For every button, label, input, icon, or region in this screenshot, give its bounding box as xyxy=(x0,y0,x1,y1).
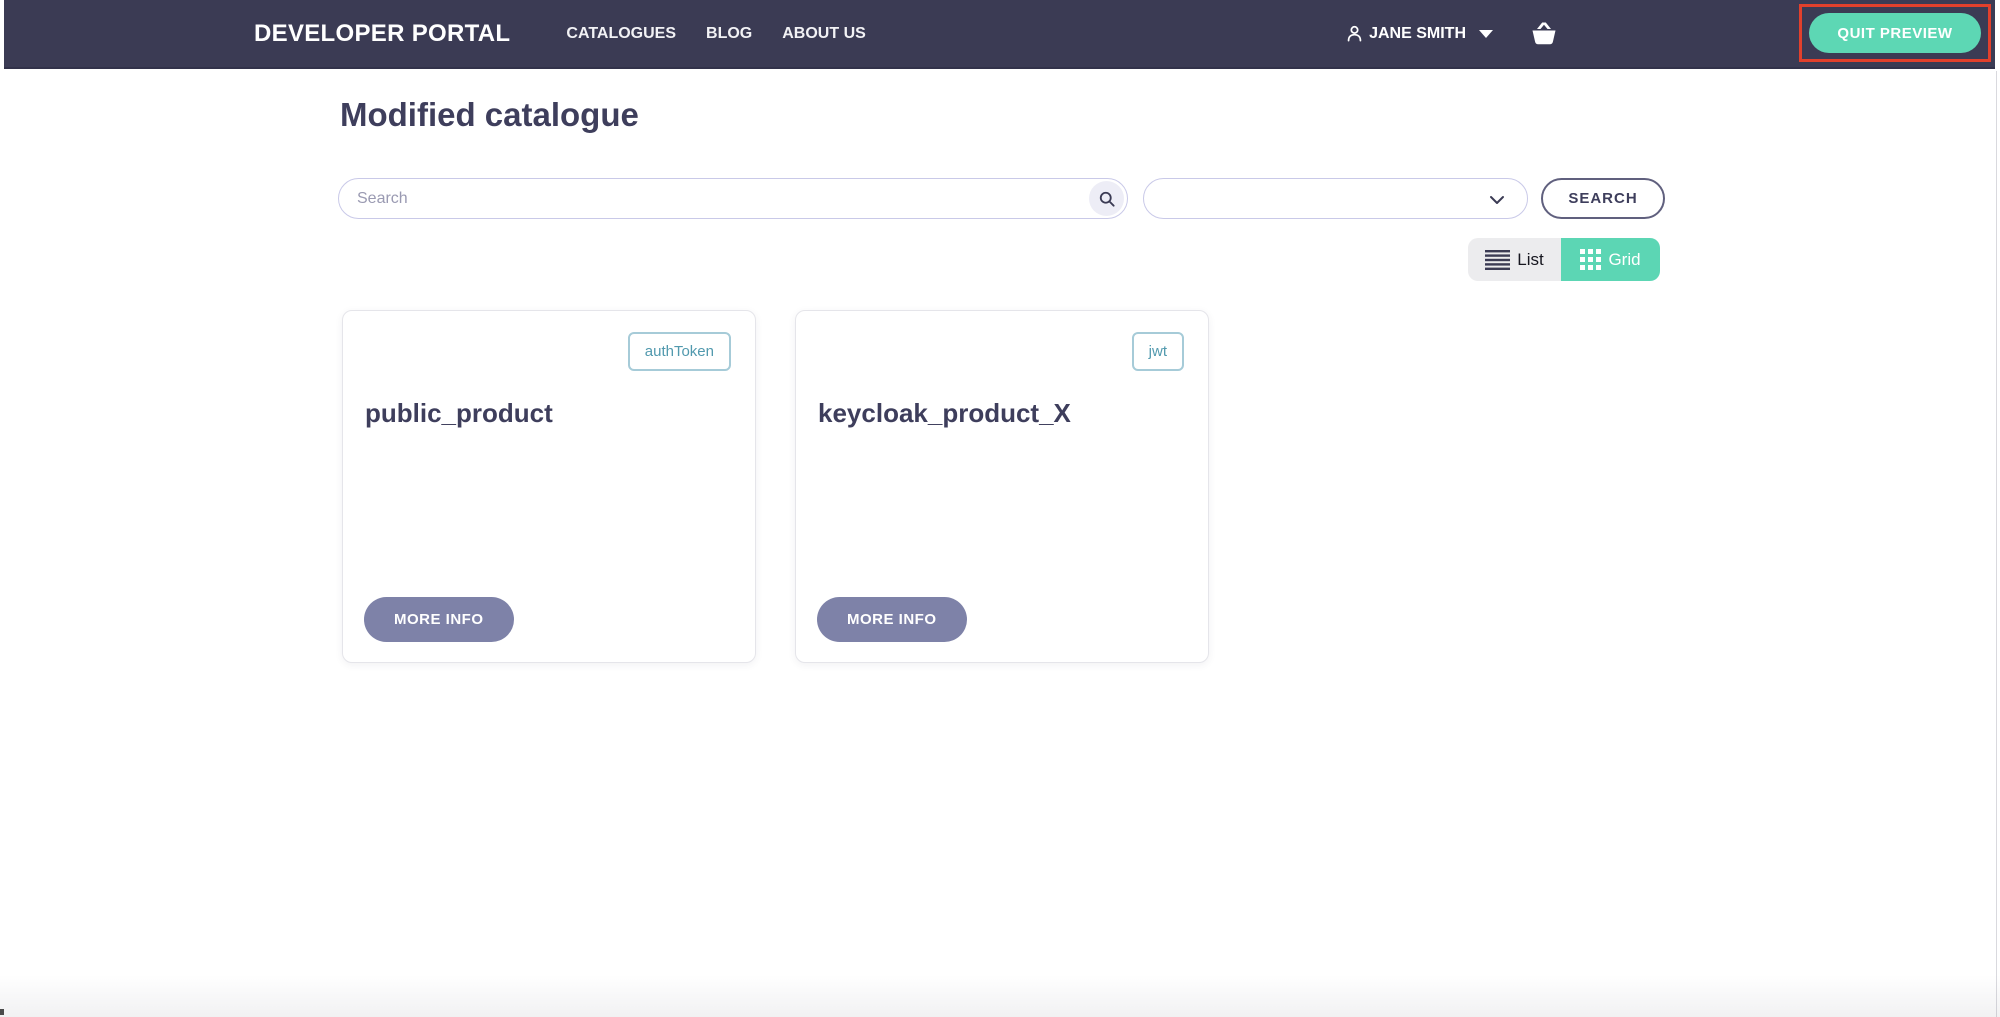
toggle-grid-label: Grid xyxy=(1608,250,1640,270)
search-row: SEARCH xyxy=(338,178,1665,219)
toggle-list-label: List xyxy=(1517,250,1543,270)
page-title: Modified catalogue xyxy=(340,96,639,134)
view-toggle: List Grid xyxy=(1468,238,1660,281)
user-menu[interactable]: JANE SMITH xyxy=(1345,24,1493,43)
user-name: JANE SMITH xyxy=(1369,25,1466,43)
brand-logo[interactable]: DEVELOPER PORTAL xyxy=(254,20,510,48)
product-name: public_product xyxy=(365,398,553,429)
caret-down-icon xyxy=(1479,30,1493,38)
product-name: keycloak_product_X xyxy=(818,398,1071,429)
annotation-highlight-box: QUIT PREVIEW xyxy=(1799,4,1991,62)
search-input[interactable] xyxy=(339,179,1127,218)
product-card-grid: authToken public_product MORE INFO jwt k… xyxy=(342,310,1209,663)
top-navigation-bar: DEVELOPER PORTAL CATALOGUES BLOG ABOUT U… xyxy=(4,0,1995,69)
corner-mark xyxy=(0,1009,4,1015)
more-info-button[interactable]: MORE INFO xyxy=(817,597,967,642)
user-icon xyxy=(1345,24,1364,43)
grid-icon xyxy=(1580,249,1601,270)
product-tag-badge: jwt xyxy=(1132,332,1184,371)
bottom-fade xyxy=(0,975,2000,1017)
list-icon xyxy=(1485,250,1510,270)
toggle-grid-view[interactable]: Grid xyxy=(1561,238,1660,281)
nav-item-blog[interactable]: BLOG xyxy=(706,25,752,43)
search-button[interactable]: SEARCH xyxy=(1541,178,1665,219)
product-card: authToken public_product MORE INFO xyxy=(342,310,756,663)
basket-icon[interactable] xyxy=(1529,20,1559,47)
product-card: jwt keycloak_product_X MORE INFO xyxy=(795,310,1209,663)
search-icon[interactable] xyxy=(1089,181,1124,216)
catalogue-filter-select[interactable] xyxy=(1143,178,1528,219)
search-box xyxy=(338,178,1128,219)
product-tag-badge: authToken xyxy=(628,332,731,371)
nav-item-about-us[interactable]: ABOUT US xyxy=(782,25,866,43)
more-info-button[interactable]: MORE INFO xyxy=(364,597,514,642)
quit-preview-button[interactable]: QUIT PREVIEW xyxy=(1809,13,1981,53)
window-edge xyxy=(1996,71,1997,1017)
main-nav: CATALOGUES BLOG ABOUT US xyxy=(566,25,865,43)
nav-item-catalogues[interactable]: CATALOGUES xyxy=(566,25,676,43)
toggle-list-view[interactable]: List xyxy=(1468,238,1561,281)
chevron-down-icon xyxy=(1485,188,1509,217)
